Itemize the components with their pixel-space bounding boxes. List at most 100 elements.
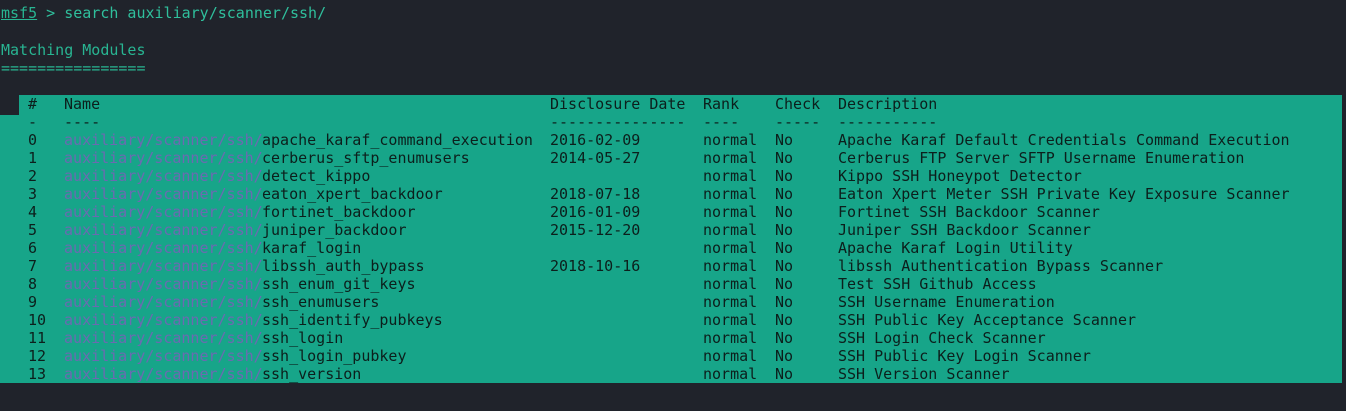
row-disclosure-date: 2018-10-16	[550, 257, 641, 275]
row-description: Fortinet SSH Backdoor Scanner	[838, 203, 1100, 221]
separator-name: ----	[64, 113, 101, 131]
header-disclosure-date: Disclosure Date	[550, 95, 686, 113]
row-index: 10	[28, 311, 47, 329]
row-index: 6	[28, 239, 38, 257]
prompt-command: > search auxiliary/scanner/ssh/	[37, 4, 327, 22]
separator-date: ---------------	[550, 113, 686, 131]
row-check: No	[775, 149, 794, 167]
row-check: No	[775, 293, 794, 311]
module-name: ssh_enum_git_keys	[262, 275, 416, 293]
table-separator-row: - ---- --------------- ---- ----- ------…	[0, 113, 937, 131]
row-index: 7	[28, 257, 38, 275]
row-index: 1	[28, 149, 38, 167]
row-index: 0	[28, 131, 38, 149]
command-prompt-line: msf5 > search auxiliary/scanner/ssh/	[1, 4, 326, 22]
section-title: Matching Modules	[1, 41, 146, 59]
row-rank: normal	[703, 203, 758, 221]
row-index: 4	[28, 203, 38, 221]
row-disclosure-date: 2018-07-18	[550, 185, 641, 203]
row-rank: normal	[703, 347, 758, 365]
row-index: 5	[28, 221, 38, 239]
module-name: fortinet_backdoor	[262, 203, 416, 221]
header-index: #	[28, 95, 38, 113]
header-name: Name	[64, 95, 101, 113]
row-description: SSH Username Enumeration	[838, 293, 1055, 311]
header-description: Description	[838, 95, 938, 113]
module-path-prefix: auxiliary/scanner/ssh/	[64, 347, 262, 365]
section-title-underline: ================	[1, 59, 146, 77]
row-index: 9	[28, 293, 38, 311]
row-check: No	[775, 311, 794, 329]
row-index: 2	[28, 167, 38, 185]
table-header-row: # Name Disclosure Date Rank Check Descri…	[0, 95, 937, 113]
module-path-prefix: auxiliary/scanner/ssh/	[64, 131, 262, 149]
row-disclosure-date: 2016-02-09	[550, 131, 641, 149]
module-name: eaton_xpert_backdoor	[262, 185, 443, 203]
row-index: 12	[28, 347, 47, 365]
row-rank: normal	[703, 131, 758, 149]
row-description: Test SSH Github Access	[838, 275, 1037, 293]
row-description: Cerberus FTP Server SFTP Username Enumer…	[838, 149, 1245, 167]
row-rank: normal	[703, 257, 758, 275]
module-path-prefix: auxiliary/scanner/ssh/	[64, 203, 262, 221]
module-name: detect_kippo	[262, 167, 371, 185]
row-description: Apache Karaf Login Utility	[838, 239, 1073, 257]
prompt-app-name: msf5	[1, 4, 38, 22]
separator-rank: ----	[703, 113, 740, 131]
row-rank: normal	[703, 221, 758, 239]
module-name: ssh_login_pubkey	[262, 347, 407, 365]
row-check: No	[775, 185, 794, 203]
row-check: No	[775, 203, 794, 221]
header-rank: Rank	[703, 95, 740, 113]
row-disclosure-date: 2014-05-27	[550, 149, 641, 167]
row-description: Eaton Xpert Meter SSH Private Key Exposu…	[838, 185, 1290, 203]
row-disclosure-date: 2015-12-20	[550, 221, 641, 239]
module-name: ssh_login	[262, 329, 344, 347]
module-path-prefix: auxiliary/scanner/ssh/	[64, 149, 262, 167]
row-check: No	[775, 257, 794, 275]
row-description: SSH Login Check Scanner	[838, 329, 1046, 347]
separator-check: -----	[775, 113, 821, 131]
row-index: 8	[28, 275, 38, 293]
module-name: apache_karaf_command_execution	[262, 131, 533, 149]
row-description: Juniper SSH Backdoor Scanner	[838, 221, 1091, 239]
row-check: No	[775, 329, 794, 347]
row-rank: normal	[703, 311, 758, 329]
row-rank: normal	[703, 275, 758, 293]
terminal-window[interactable]: msf5 > search auxiliary/scanner/ssh/ Mat…	[0, 0, 1346, 411]
module-name: ssh_enumusers	[262, 293, 380, 311]
module-path-prefix: auxiliary/scanner/ssh/	[64, 167, 262, 185]
module-path-prefix: auxiliary/scanner/ssh/	[64, 185, 262, 203]
header-check: Check	[775, 95, 821, 113]
module-name: cerberus_sftp_enumusers	[262, 149, 470, 167]
row-check: No	[775, 167, 794, 185]
module-name: libssh_auth_bypass	[262, 257, 425, 275]
row-description: Apache Karaf Default Credentials Command…	[838, 131, 1290, 149]
module-path-prefix: auxiliary/scanner/ssh/	[64, 365, 262, 383]
row-rank: normal	[703, 293, 758, 311]
module-name: juniper_backdoor	[262, 221, 407, 239]
row-rank: normal	[703, 149, 758, 167]
module-path-prefix: auxiliary/scanner/ssh/	[64, 239, 262, 257]
separator-description: -----------	[838, 113, 938, 131]
row-disclosure-date: 2016-01-09	[550, 203, 641, 221]
row-rank: normal	[703, 329, 758, 347]
row-rank: normal	[703, 365, 758, 383]
row-check: No	[775, 365, 794, 383]
row-rank: normal	[703, 185, 758, 203]
module-path-prefix: auxiliary/scanner/ssh/	[64, 257, 262, 275]
row-check: No	[775, 275, 794, 293]
row-index: 11	[28, 329, 47, 347]
row-description: libssh Authentication Bypass Scanner	[838, 257, 1164, 275]
module-name: karaf_login	[262, 239, 362, 257]
row-index: 3	[28, 185, 38, 203]
module-name: ssh_version	[262, 365, 362, 383]
row-description: SSH Version Scanner	[838, 365, 1010, 383]
module-name: ssh_identify_pubkeys	[262, 311, 443, 329]
row-description: SSH Public Key Acceptance Scanner	[838, 311, 1137, 329]
module-path-prefix: auxiliary/scanner/ssh/	[64, 275, 262, 293]
row-description: Kippo SSH Honeypot Detector	[838, 167, 1082, 185]
module-path-prefix: auxiliary/scanner/ssh/	[64, 221, 262, 239]
row-description: SSH Public Key Login Scanner	[838, 347, 1091, 365]
row-rank: normal	[703, 239, 758, 257]
